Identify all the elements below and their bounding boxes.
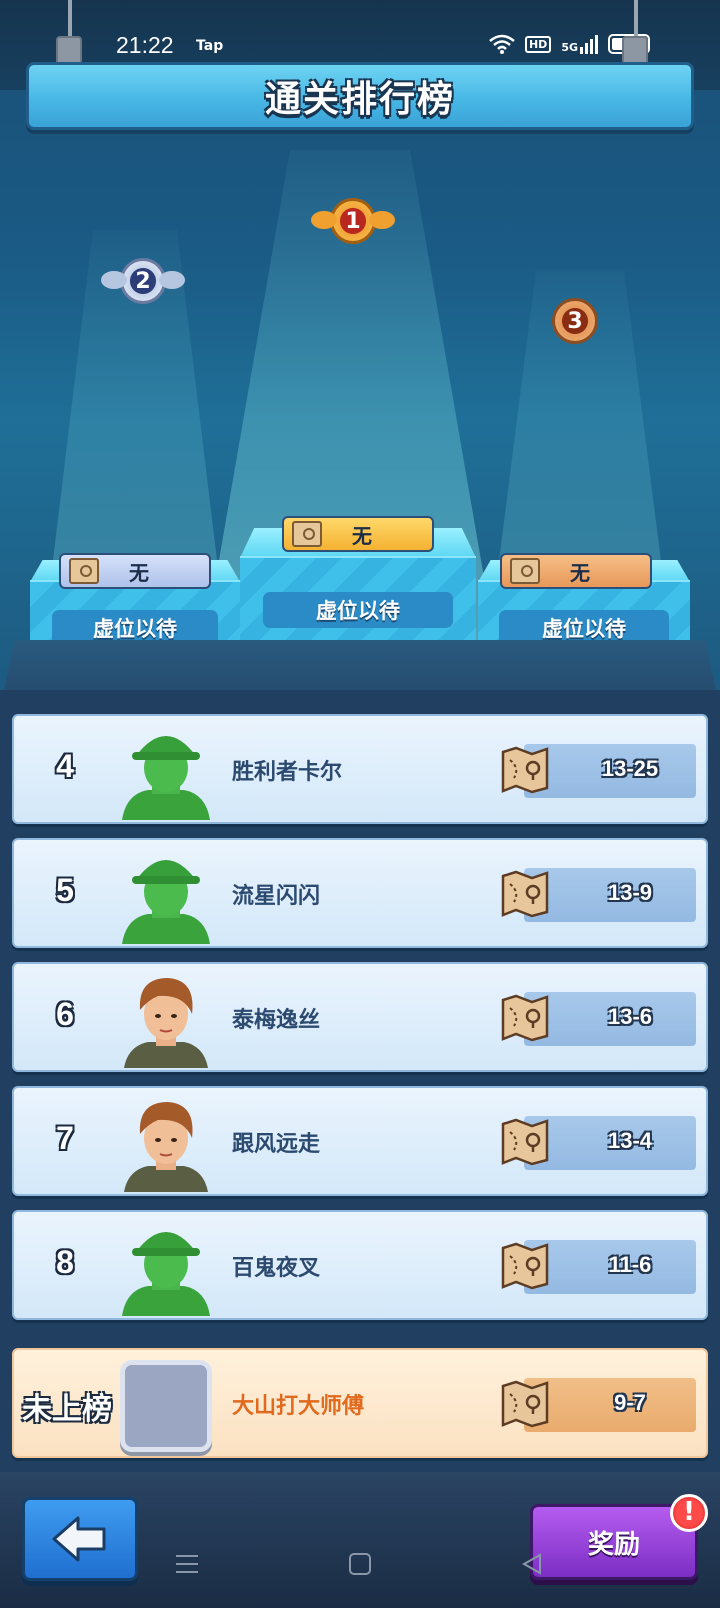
page-title: 通关排行榜 <box>264 79 455 120</box>
podium-arena: 21:22 Tap HD 5G 通关排行榜 1 2 3 虚位以待 无 虚位以待 … <box>0 0 720 700</box>
wifi-icon <box>489 34 515 54</box>
green-soldier-avatar-icon <box>122 1232 210 1316</box>
row-rank: 8 <box>56 1244 74 1280</box>
my-player-name: 大山打大师傅 <box>232 1394 365 1419</box>
my-rank-status: 未上榜 <box>22 1392 112 1427</box>
podium-first-label: 虚位以待 <box>263 592 453 628</box>
my-avatar <box>120 1360 212 1452</box>
medal-1-number: 1 <box>345 208 361 234</box>
my-stage-value: 9-7 <box>614 1390 646 1415</box>
row-stage-value: 13-9 <box>607 880 653 905</box>
back-arrow-icon <box>52 1516 106 1562</box>
rank-1-medal-icon: 1 <box>311 198 395 244</box>
map-icon <box>69 558 99 584</box>
rank-3-medal-icon: 3 <box>552 298 598 344</box>
podium-third-stage-tag: 无 <box>500 553 652 589</box>
row-player-name: 泰梅逸丝 <box>232 1008 321 1033</box>
net-label: 5G <box>561 40 578 54</box>
row-stage-value: 13-4 <box>607 1128 653 1153</box>
menu-nav-icon[interactable] <box>174 1552 200 1583</box>
row-rank: 4 <box>56 748 74 784</box>
map-icon <box>292 521 322 547</box>
back-nav-icon[interactable] <box>520 1552 544 1583</box>
podium-third-stage: 无 <box>570 560 590 585</box>
home-nav-icon[interactable] <box>348 1552 372 1583</box>
hd-icon: HD <box>524 35 552 53</box>
banner-hanger-left <box>68 0 72 40</box>
podium-second-stage: 无 <box>129 560 149 585</box>
status-app-tag: Tap <box>196 38 224 54</box>
reward-button-label: 奖励 <box>587 1529 640 1560</box>
rank-2-medal-icon: 2 <box>101 258 185 304</box>
leaderboard-row[interactable]: 4 胜利者卡尔 13-25 <box>12 714 708 824</box>
status-time: 21:22 <box>116 32 174 58</box>
row-player-name: 胜利者卡尔 <box>232 760 343 785</box>
podium-first-stage: 无 <box>352 523 372 548</box>
banner-hanger-right <box>634 0 638 40</box>
alert-badge-icon: ! <box>670 1494 708 1532</box>
row-rank: 7 <box>56 1120 74 1156</box>
leaderboard-row[interactable]: 5 流星闪闪 13-9 <box>12 838 708 948</box>
map-icon <box>501 1242 549 1290</box>
row-stage-value: 13-25 <box>601 756 659 781</box>
map-icon <box>510 558 540 584</box>
row-stage-value: 13-6 <box>607 1004 653 1029</box>
title-banner: 通关排行榜 <box>26 62 694 130</box>
leaderboard-row[interactable]: 7 跟风远走 13-4 <box>12 1086 708 1196</box>
podium-second-stage-tag: 无 <box>59 553 211 589</box>
medal-2-number: 2 <box>135 268 151 294</box>
medal-3-number: 3 <box>567 308 583 334</box>
row-player-name: 流星闪闪 <box>232 884 321 909</box>
back-button[interactable] <box>22 1497 138 1581</box>
podium-first-stage-tag: 无 <box>282 516 434 552</box>
row-stage-value: 11-6 <box>608 1252 652 1277</box>
5g-signal-icon: 5G <box>561 34 598 54</box>
map-icon <box>501 746 549 794</box>
row-player-name: 百鬼夜叉 <box>232 1256 321 1281</box>
green-soldier-avatar-icon <box>122 860 210 944</box>
leaderboard-row[interactable]: 6 泰梅逸丝 13-6 <box>12 962 708 1072</box>
female-soldier-avatar-icon <box>124 1102 208 1192</box>
leaderboard-row[interactable]: 8 百鬼夜叉 11-6 <box>12 1210 708 1320</box>
my-rank-row[interactable]: 未上榜 大山打大师傅 9-7 <box>12 1348 708 1458</box>
row-rank: 6 <box>56 996 74 1032</box>
map-icon <box>501 994 549 1042</box>
female-soldier-avatar-icon <box>124 978 208 1068</box>
row-rank: 5 <box>56 872 74 908</box>
map-icon <box>501 870 549 918</box>
map-icon <box>501 1380 549 1428</box>
green-soldier-avatar-icon <box>122 736 210 820</box>
map-icon <box>501 1118 549 1166</box>
row-player-name: 跟风远走 <box>232 1132 321 1157</box>
